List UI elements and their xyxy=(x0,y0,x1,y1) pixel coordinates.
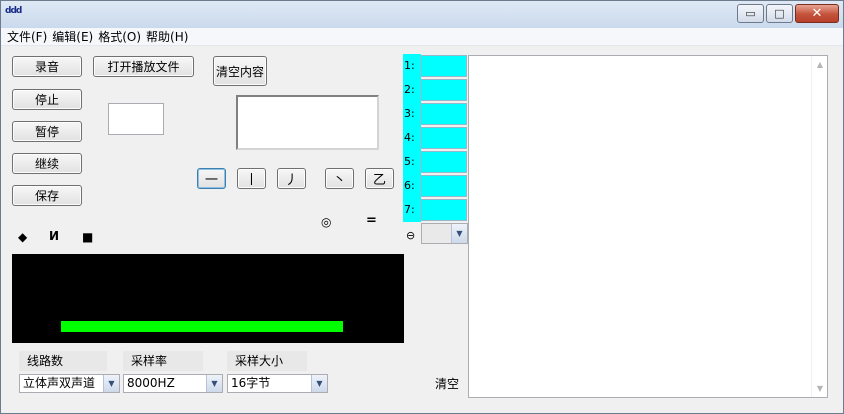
slot-number: 7: xyxy=(404,203,415,216)
minus-circle-icon: ⊖ xyxy=(406,229,416,242)
sample-rate-select[interactable]: 8000HZ ▼ xyxy=(123,374,223,393)
sample-rate-value: 8000HZ xyxy=(127,376,175,390)
stop-button[interactable]: 停止 xyxy=(12,89,82,110)
stroke-pie-button[interactable]: 丿 xyxy=(277,168,306,189)
sample-size-select[interactable]: 16字节 ▼ xyxy=(227,374,328,393)
window-title: ddd xyxy=(5,6,22,16)
stroke-zhe-button[interactable]: 乙 xyxy=(365,168,394,189)
circle-icon: ◎ xyxy=(321,215,332,229)
diamond-icon: ◆ xyxy=(18,230,28,244)
stroke-shu-button[interactable]: 丨 xyxy=(237,168,266,189)
chevron-down-icon[interactable]: ▼ xyxy=(311,375,327,392)
open-play-file-button[interactable]: 打开播放文件 xyxy=(93,56,194,77)
close-button[interactable]: ✕ xyxy=(795,4,839,23)
slot-number: 1: xyxy=(404,59,415,72)
client-area: 录音 停止 暂停 继续 保存 打开播放文件 清空内容 一 丨 丿 丶 乙 ◆ И… xyxy=(1,47,843,414)
record-button[interactable]: 录音 xyxy=(12,56,82,77)
channels-select[interactable]: 立体声双声道 ▼ xyxy=(19,374,120,393)
chevron-down-icon[interactable]: ▼ xyxy=(103,375,119,392)
stroke-dian-button[interactable]: 丶 xyxy=(325,168,354,189)
slot-field-2[interactable] xyxy=(421,79,467,101)
scroll-down-icon[interactable]: ▼ xyxy=(812,380,828,397)
content-text-box[interactable] xyxy=(236,95,379,150)
small-text-box[interactable] xyxy=(108,103,164,135)
slot-field-6[interactable] xyxy=(421,175,467,197)
slot-number: 2: xyxy=(404,83,415,96)
slot-number: 6: xyxy=(404,179,415,192)
clear-content-button[interactable]: 清空内容 xyxy=(213,56,267,86)
channels-value: 立体声双声道 xyxy=(23,376,96,390)
sample-rate-label: 采样率 xyxy=(123,351,203,371)
slot-field-7[interactable] xyxy=(421,199,467,221)
slot-field-5[interactable] xyxy=(421,151,467,173)
menu-format[interactable]: 格式(O) xyxy=(98,28,146,45)
sample-size-value: 16字节 xyxy=(231,376,271,390)
sample-size-label: 采样大小 xyxy=(227,351,307,371)
slot-field-1[interactable] xyxy=(421,55,467,77)
slot-select[interactable]: ▼ xyxy=(421,223,468,244)
chevron-down-icon[interactable]: ▼ xyxy=(451,224,467,243)
level-display xyxy=(12,254,404,343)
channels-label: 线路数 xyxy=(19,351,107,371)
minimize-button[interactable]: ▭ xyxy=(737,4,764,23)
slot-number: 4: xyxy=(404,131,415,144)
title-bar[interactable]: ddd ▭ □ ✕ xyxy=(1,1,843,27)
resume-button[interactable]: 继续 xyxy=(12,153,82,174)
letter-i-icon: И xyxy=(49,229,60,243)
main-window: ddd ▭ □ ✕ 文件(F) 编辑(E) 格式(O) 帮助(H) 录音 停止 … xyxy=(0,0,844,414)
slot-number: 3: xyxy=(404,107,415,120)
chevron-down-icon[interactable]: ▼ xyxy=(206,375,222,392)
menu-help[interactable]: 帮助(H) xyxy=(146,28,193,45)
slot-field-3[interactable] xyxy=(421,103,467,125)
output-text-area[interactable]: ▲ ▼ xyxy=(468,55,828,398)
clear-label[interactable]: 清空 xyxy=(435,375,459,392)
slot-field-4[interactable] xyxy=(421,127,467,149)
window-controls: ▭ □ ✕ xyxy=(735,4,839,23)
vertical-scrollbar[interactable]: ▲ ▼ xyxy=(811,56,827,397)
pause-button[interactable]: 暂停 xyxy=(12,121,82,142)
square-icon: ■ xyxy=(82,230,94,244)
scroll-up-icon[interactable]: ▲ xyxy=(812,56,828,73)
slot-number: 5: xyxy=(404,155,415,168)
stroke-heng-button[interactable]: 一 xyxy=(197,168,226,189)
menu-bar: 文件(F) 编辑(E) 格式(O) 帮助(H) xyxy=(1,28,843,46)
equals-icon: = xyxy=(366,213,377,228)
save-button[interactable]: 保存 xyxy=(12,185,82,206)
menu-edit[interactable]: 编辑(E) xyxy=(52,28,98,45)
menu-file[interactable]: 文件(F) xyxy=(7,28,52,45)
maximize-button[interactable]: □ xyxy=(766,4,793,23)
level-bar xyxy=(61,321,343,332)
